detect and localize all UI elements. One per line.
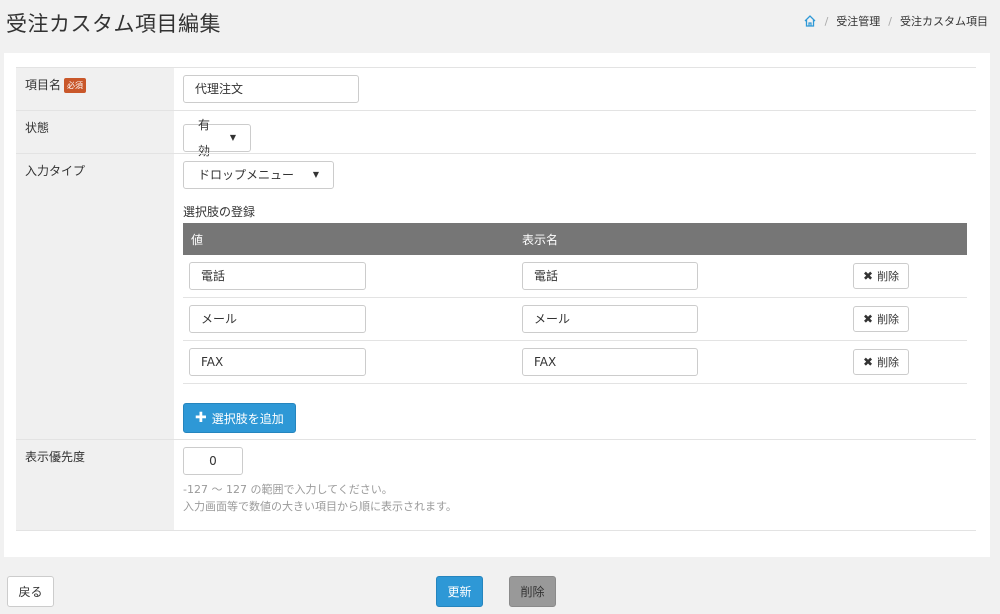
options-title: 選択肢の登録 bbox=[183, 205, 256, 219]
action-cell: ✖ 削除 bbox=[853, 349, 967, 375]
priority-label: 表示優先度 bbox=[25, 450, 86, 464]
close-icon: ✖ bbox=[863, 269, 874, 283]
input-type-label: 入力タイプ bbox=[25, 164, 86, 178]
update-button[interactable]: 更新 bbox=[436, 576, 483, 607]
option-display-input[interactable]: 電話 bbox=[522, 262, 698, 290]
column-header-display-name: 表示名 bbox=[522, 232, 559, 247]
delete-option-button[interactable]: ✖ 削除 bbox=[853, 349, 910, 375]
display-cell: 電話 bbox=[522, 262, 853, 290]
value-cell: 電話 bbox=[183, 262, 522, 290]
label-cell: 項目名 必須 bbox=[16, 68, 174, 110]
value-cell: ドロップメニュー ▼ 選択肢の登録 値 表示名 電話 電話 ✖ 削除 メール メ… bbox=[174, 154, 976, 439]
option-display-input[interactable]: FAX bbox=[522, 348, 698, 376]
form-table: 項目名 必須 代理注文 状態 有効 ▼ 入力タイプ ドロップメニュー ▼ 選択肢… bbox=[16, 67, 976, 531]
column-header-value: 値 bbox=[191, 232, 204, 247]
chevron-down-icon: ▼ bbox=[229, 133, 236, 142]
plus-icon: ✚ bbox=[195, 410, 207, 426]
priority-input[interactable]: 0 bbox=[183, 447, 243, 475]
priority-help: -127 ～ 127 の範囲で入力してください。 入力画面等で数値の大きい項目か… bbox=[183, 481, 967, 515]
breadcrumb-separator: / bbox=[888, 14, 892, 28]
display-cell: メール bbox=[522, 305, 853, 333]
option-value-input[interactable]: 電話 bbox=[189, 262, 366, 290]
value-cell: 代理注文 bbox=[174, 68, 976, 110]
option-value-input[interactable]: FAX bbox=[189, 348, 366, 376]
delete-option-label: 削除 bbox=[877, 270, 900, 283]
table-row: 電話 電話 ✖ 削除 bbox=[183, 255, 967, 298]
input-type-select-value: ドロップメニュー bbox=[198, 168, 295, 182]
value-cell: メール bbox=[183, 305, 522, 333]
close-icon: ✖ bbox=[863, 312, 874, 326]
required-badge: 必須 bbox=[64, 78, 87, 93]
breadcrumb-item-custom-fields: 受注カスタム項目 bbox=[900, 15, 988, 28]
close-icon: ✖ bbox=[863, 355, 874, 369]
back-button[interactable]: 戻る bbox=[7, 576, 54, 607]
row-priority: 表示優先度 0 -127 ～ 127 の範囲で入力してください。 入力画面等で数… bbox=[16, 439, 976, 531]
home-icon[interactable] bbox=[803, 14, 817, 28]
value-cell: 有効 ▼ bbox=[174, 111, 976, 158]
page-header: 受注カスタム項目編集 / 受注管理 / 受注カスタム項目 bbox=[0, 0, 1000, 46]
option-value-input[interactable]: メール bbox=[189, 305, 366, 333]
add-option-button[interactable]: ✚ 選択肢を追加 bbox=[183, 403, 296, 433]
table-row: FAX FAX ✖ 削除 bbox=[183, 341, 967, 384]
row-item-name: 項目名 必須 代理注文 bbox=[16, 67, 976, 110]
breadcrumb-item-order-management[interactable]: 受注管理 bbox=[836, 13, 880, 29]
form-card: 項目名 必須 代理注文 状態 有効 ▼ 入力タイプ ドロップメニュー ▼ 選択肢… bbox=[4, 53, 990, 557]
option-display-input[interactable]: メール bbox=[522, 305, 698, 333]
status-select[interactable]: 有効 ▼ bbox=[183, 118, 251, 158]
label-cell: 入力タイプ bbox=[16, 154, 174, 439]
delete-option-button[interactable]: ✖ 削除 bbox=[853, 306, 910, 332]
status-label: 状態 bbox=[25, 121, 50, 135]
options-table: 値 表示名 電話 電話 ✖ 削除 メール メール ✖ 削除 FAX FAX ✖ … bbox=[183, 223, 967, 384]
delete-option-button[interactable]: ✖ 削除 bbox=[853, 263, 910, 289]
add-option-label: 選択肢を追加 bbox=[211, 411, 284, 426]
input-type-select[interactable]: ドロップメニュー ▼ bbox=[183, 161, 334, 189]
action-cell: ✖ 削除 bbox=[853, 306, 967, 332]
row-status: 状態 有効 ▼ bbox=[16, 110, 976, 158]
action-cell: ✖ 削除 bbox=[853, 263, 967, 289]
item-name-input[interactable]: 代理注文 bbox=[183, 75, 359, 103]
delete-option-label: 削除 bbox=[877, 356, 900, 369]
breadcrumb-separator: / bbox=[824, 14, 829, 28]
table-row: メール メール ✖ 削除 bbox=[183, 298, 967, 341]
item-name-label: 項目名 bbox=[25, 78, 62, 92]
options-table-header: 値 表示名 bbox=[183, 223, 967, 255]
delete-button[interactable]: 削除 bbox=[509, 576, 556, 607]
label-cell: 表示優先度 bbox=[16, 440, 174, 530]
priority-help-order: 入力画面等で数値の大きい項目から順に表示されます。 bbox=[183, 500, 457, 513]
chevron-down-icon: ▼ bbox=[312, 170, 319, 179]
value-cell: 0 -127 ～ 127 の範囲で入力してください。 入力画面等で数値の大きい項… bbox=[174, 440, 976, 530]
row-input-type: 入力タイプ ドロップメニュー ▼ 選択肢の登録 値 表示名 電話 電話 ✖ 削除… bbox=[16, 153, 976, 439]
value-cell: FAX bbox=[183, 348, 522, 376]
display-cell: FAX bbox=[522, 348, 853, 376]
delete-option-label: 削除 bbox=[877, 313, 900, 326]
label-cell: 状態 bbox=[16, 111, 174, 153]
priority-help-range: -127 ～ 127 の範囲で入力してください。 bbox=[183, 483, 393, 496]
page-title: 受注カスタム項目編集 bbox=[6, 12, 221, 36]
breadcrumb: / 受注管理 / 受注カスタム項目 bbox=[803, 13, 988, 29]
